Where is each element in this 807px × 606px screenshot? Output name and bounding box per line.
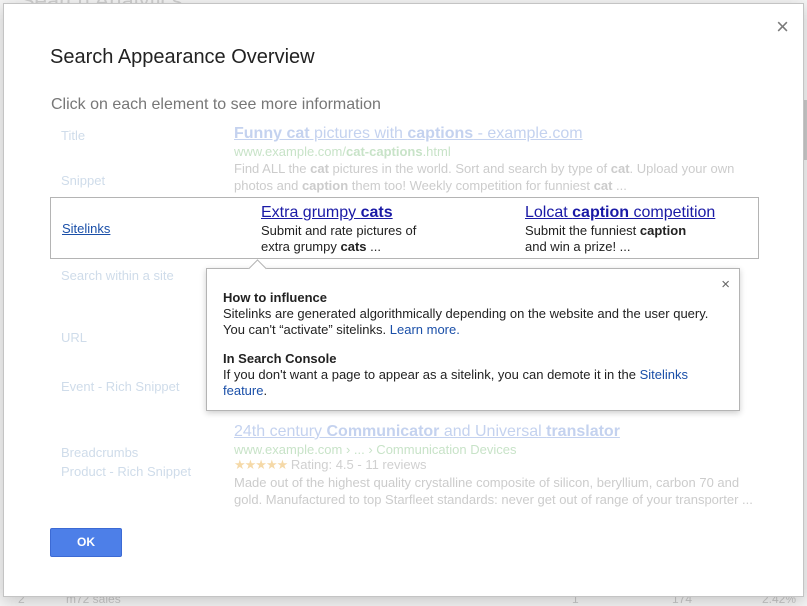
popup-console-heading: In Search Console — [223, 351, 337, 366]
popup-how-text: Sitelinks are generated algorithmically … — [223, 306, 709, 337]
result-2-rating: ★★★★★ Rating: 4.5 - 11 reviews — [234, 457, 427, 472]
sitelink-1-link[interactable]: Extra grumpy cats — [261, 204, 416, 222]
result-1: Funny cat pictures with captions - examp… — [234, 125, 754, 194]
label-sitelinks[interactable]: Sitelinks — [62, 221, 110, 236]
ok-button[interactable]: OK — [50, 528, 122, 557]
label-search-within-site[interactable]: Search within a site — [61, 268, 174, 283]
sitelink-1: Extra grumpy cats Submit and rate pictur… — [261, 204, 416, 255]
label-title[interactable]: Title — [61, 128, 85, 143]
result-2-snippet: Made out of the highest quality crystall… — [234, 475, 753, 507]
rating-stars-icon: ★★★★★ — [234, 457, 288, 472]
sitelink-2: Lolcat caption competition Submit the fu… — [525, 204, 715, 255]
sitelink-1-description: Submit and rate pictures of extra grumpy … — [261, 223, 417, 254]
label-product-rich-snippet[interactable]: Product - Rich Snippet — [61, 464, 191, 479]
sitelink-2-link[interactable]: Lolcat caption competition — [525, 204, 715, 222]
result-2-breadcrumb: www.example.com › ... › Communication De… — [234, 442, 517, 457]
result-1-snippet: Find ALL the cat pictures in the world. … — [234, 161, 735, 193]
learn-more-link[interactable]: Learn more. — [390, 322, 460, 337]
popup-console-text: If you don't want a page to appear as a … — [223, 367, 688, 398]
dialog-title: Search Appearance Overview — [50, 46, 315, 68]
popup-how-heading: How to influence — [223, 290, 327, 305]
sitelink-2-description: Submit the funniest caption and win a pri… — [525, 223, 687, 254]
sitelinks-info-popup: × How to influence Sitelinks are generat… — [206, 259, 740, 411]
result-1-url: www.example.com/cat-captions.html — [234, 144, 451, 159]
popup-close-icon[interactable]: × — [721, 276, 730, 293]
sitelinks-highlight: Sitelinks Extra grumpy cats Submit and r… — [50, 197, 759, 259]
label-snippet[interactable]: Snippet — [61, 173, 105, 188]
label-url[interactable]: URL — [61, 330, 87, 345]
dialog-subtitle: Click on each element to see more inform… — [51, 96, 381, 113]
result-2-title[interactable]: 24th century Communicator and Universal … — [234, 423, 754, 441]
result-1-title[interactable]: Funny cat pictures with captions - examp… — [234, 125, 754, 143]
label-event-rich-snippet[interactable]: Event - Rich Snippet — [61, 379, 180, 394]
popup-arrow — [248, 259, 267, 278]
label-breadcrumbs[interactable]: Breadcrumbs — [61, 445, 138, 460]
close-icon[interactable]: × — [776, 16, 789, 38]
search-appearance-dialog: × Search Appearance Overview Click on ea… — [3, 3, 804, 597]
result-2: 24th century Communicator and Universal … — [234, 423, 754, 508]
